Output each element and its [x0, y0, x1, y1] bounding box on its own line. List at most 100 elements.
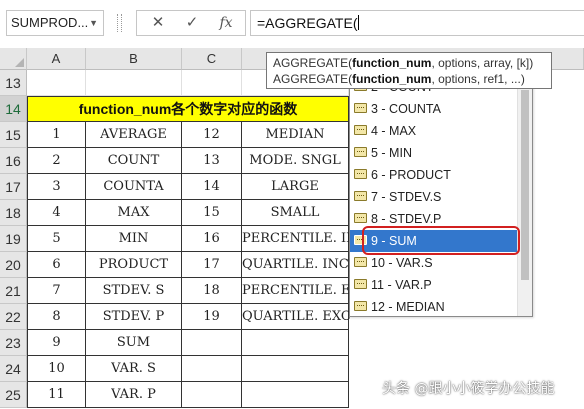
grid-cell[interactable]: 13	[182, 148, 242, 174]
table-title[interactable]: function_num各个数字对应的函数	[27, 96, 349, 122]
grid-cell[interactable]	[86, 70, 182, 96]
dropdown-scrollbar[interactable]	[517, 84, 532, 316]
row-header[interactable]: 20	[0, 252, 27, 278]
grid-cell[interactable]: 7	[27, 278, 86, 304]
grid-cell[interactable]	[242, 356, 349, 382]
autocomplete-item[interactable]: 7 - STDEV.S	[350, 186, 518, 208]
grid-cell[interactable]: 15	[182, 200, 242, 226]
grid-cell[interactable]: SMALL	[242, 200, 349, 226]
autocomplete-item[interactable]: 12 - MEDIAN	[350, 296, 518, 316]
grid-cell[interactable]: PERCENTILE. IN	[242, 226, 358, 252]
grid-cell[interactable]: 17	[182, 252, 242, 278]
grid-cell[interactable]: 9	[27, 330, 86, 356]
function-argument-icon	[354, 169, 367, 179]
autocomplete-item[interactable]: 3 - COUNTA	[350, 98, 518, 120]
function-signature-tooltip: AGGREGATE(function_num, options, array, …	[266, 52, 552, 89]
grid-cell[interactable]: COUNT	[86, 148, 182, 174]
grid-cell[interactable]	[182, 382, 242, 408]
grid-cell[interactable]: PERCENTILE. EX	[242, 278, 360, 304]
grid-cell[interactable]: 12	[182, 122, 242, 148]
row-header[interactable]: 17	[0, 174, 27, 200]
grid-cell[interactable]	[27, 70, 86, 96]
grip-icon[interactable]	[117, 14, 122, 32]
signature-rest: , options, ref1, ...)	[431, 72, 525, 86]
grid-cell[interactable]: SUM	[86, 330, 182, 356]
function-argument-icon	[354, 103, 367, 113]
select-all-corner[interactable]	[0, 48, 27, 70]
insert-function-icon[interactable]: fx	[211, 11, 241, 35]
enter-icon[interactable]: ✓	[177, 11, 207, 35]
column-header-b[interactable]: B	[86, 48, 182, 70]
function-argument-icon	[354, 257, 367, 267]
row-header[interactable]: 13	[0, 70, 27, 96]
grid-cell[interactable]	[242, 330, 349, 356]
signature-func: AGGREGATE(	[273, 56, 353, 70]
grid-cell[interactable]: VAR. P	[86, 382, 182, 408]
function-argument-icon	[354, 125, 367, 135]
grid-cell[interactable]: MODE. SNGL	[242, 148, 349, 174]
grid-cell[interactable]: COUNTA	[86, 174, 182, 200]
grid-cell[interactable]: AVERAGE	[86, 122, 182, 148]
autocomplete-item-label: 3 - COUNTA	[371, 102, 441, 116]
autocomplete-item-label: 5 - MIN	[371, 146, 412, 160]
grid-cell[interactable]: 2	[27, 148, 86, 174]
row-header[interactable]: 18	[0, 200, 27, 226]
grid-cell[interactable]: STDEV. S	[86, 278, 182, 304]
autocomplete-item[interactable]: 11 - VAR.P	[350, 274, 518, 296]
grid-cell[interactable]: MEDIAN	[242, 122, 349, 148]
grid-cell[interactable]: MAX	[86, 200, 182, 226]
function-argument-icon	[354, 279, 367, 289]
row-header[interactable]: 25	[0, 382, 27, 408]
grid-cell[interactable]	[242, 382, 349, 408]
row-header[interactable]: 19	[0, 226, 27, 252]
scrollbar-thumb[interactable]	[521, 90, 529, 280]
signature-line-1[interactable]: AGGREGATE(function_num, options, array, …	[273, 55, 545, 71]
grid-cell[interactable]	[182, 70, 242, 96]
grid-cell[interactable]: QUARTILE. INC	[242, 252, 349, 278]
grid-cell[interactable]: 4	[27, 200, 86, 226]
autocomplete-item-label: 10 - VAR.S	[371, 256, 433, 270]
grid-cell[interactable]: STDEV. P	[86, 304, 182, 330]
column-header-a[interactable]: A	[27, 48, 86, 70]
signature-rest: , options, array, [k])	[431, 56, 534, 70]
chevron-down-icon[interactable]: ▼	[89, 11, 98, 35]
autocomplete-item-label: 8 - STDEV.P	[371, 212, 442, 226]
grid-cell[interactable]: 11	[27, 382, 86, 408]
grid-cell[interactable]: 10	[27, 356, 86, 382]
grid-cell[interactable]	[182, 330, 242, 356]
grid-cell[interactable]: VAR. S	[86, 356, 182, 382]
autocomplete-item[interactable]: 5 - MIN	[350, 142, 518, 164]
grid-cell[interactable]: 14	[182, 174, 242, 200]
signature-line-2[interactable]: AGGREGATE(function_num, options, ref1, .…	[273, 71, 545, 87]
row-header[interactable]: 24	[0, 356, 27, 382]
signature-func: AGGREGATE(	[273, 72, 353, 86]
grid-cell[interactable]: PRODUCT	[86, 252, 182, 278]
row-header[interactable]: 16	[0, 148, 27, 174]
autocomplete-item[interactable]: 6 - PRODUCT	[350, 164, 518, 186]
grid-cell[interactable]: 3	[27, 174, 86, 200]
grid-cell[interactable]: QUARTILE. EXC	[242, 304, 351, 330]
grid-cell[interactable]: 18	[182, 278, 242, 304]
grid-cell[interactable]: LARGE	[242, 174, 349, 200]
grid-cell[interactable]: MIN	[86, 226, 182, 252]
row-header[interactable]: 21	[0, 278, 27, 304]
grid-cell[interactable]: 16	[182, 226, 242, 252]
row-header[interactable]: 14	[0, 96, 27, 122]
grid-cell[interactable]: 8	[27, 304, 86, 330]
grid-cell[interactable]: 19	[182, 304, 242, 330]
grid-cell[interactable]: 1	[27, 122, 86, 148]
function-argument-icon	[354, 147, 367, 157]
signature-current-arg: function_num	[352, 56, 432, 70]
grid-cell[interactable]: 6	[27, 252, 86, 278]
grid-cell[interactable]	[182, 356, 242, 382]
autocomplete-item[interactable]: 10 - VAR.S	[350, 252, 518, 274]
autocomplete-item[interactable]: 4 - MAX	[350, 120, 518, 142]
formula-input[interactable]: =AGGREGATE(	[250, 10, 584, 36]
grid-cell[interactable]: 5	[27, 226, 86, 252]
row-header[interactable]: 15	[0, 122, 27, 148]
cancel-icon[interactable]: ✕	[143, 11, 173, 35]
name-box[interactable]: SUMPROD... ▼	[6, 10, 104, 36]
row-header[interactable]: 23	[0, 330, 27, 356]
column-header-c[interactable]: C	[182, 48, 242, 70]
row-header[interactable]: 22	[0, 304, 27, 330]
